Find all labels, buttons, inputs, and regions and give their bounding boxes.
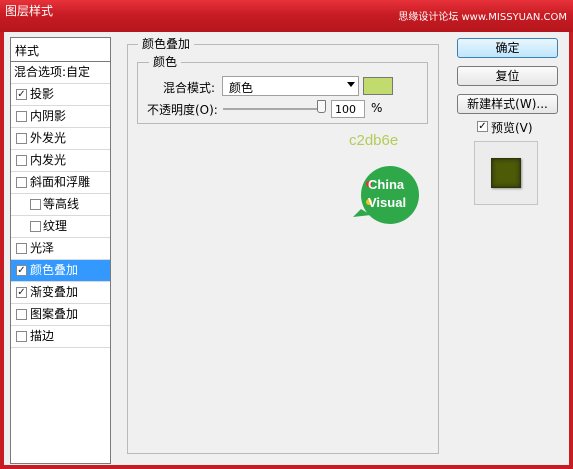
new-style-button[interactable]: 新建样式(W)... <box>457 94 558 114</box>
opacity-input[interactable]: 100 <box>331 100 365 118</box>
window-title: 图层样式 <box>5 4 54 18</box>
reset-button[interactable]: 复位 <box>457 66 558 86</box>
styles-list: 样式 混合选项:自定 ✓ 投影 内阴影 外发光 内发光 斜面和浮雕 等高线 纹理… <box>10 37 111 464</box>
watermark-text: 思缘设计论坛 www.MISSYUAN.COM <box>398 12 567 23</box>
preview-label: 预览(V) <box>491 121 533 135</box>
contour-checkbox[interactable] <box>30 199 41 210</box>
blend-mode-select[interactable]: 颜色 <box>222 76 359 96</box>
style-item-label: 渐变叠加 <box>30 285 79 299</box>
overlay-color-swatch[interactable] <box>363 77 393 95</box>
opacity-slider-thumb[interactable] <box>317 100 326 113</box>
logo-text-line2: Visual <box>368 195 406 210</box>
style-item-inner-glow[interactable]: 内发光 <box>11 150 110 172</box>
style-item-label: 斜面和浮雕 <box>30 175 91 189</box>
style-item-label: 描边 <box>30 329 55 343</box>
window-frame-bottom <box>0 465 573 469</box>
style-item-color-overlay[interactable]: ✓ 颜色叠加 <box>11 260 110 282</box>
style-item-label: 颜色叠加 <box>30 263 79 277</box>
outer-glow-checkbox[interactable] <box>16 133 27 144</box>
bevel-emboss-checkbox[interactable] <box>16 177 27 188</box>
style-item-contour[interactable]: 等高线 <box>11 194 110 216</box>
color-subgroup-title: 颜色 <box>149 53 182 70</box>
window-frame-left <box>0 32 4 469</box>
chevron-down-icon <box>347 82 355 87</box>
style-item-outer-glow[interactable]: 外发光 <box>11 128 110 150</box>
opacity-label: 不透明度(O): <box>147 103 218 117</box>
style-item-label: 图案叠加 <box>30 307 79 321</box>
preview-swatch <box>491 158 521 188</box>
opacity-unit: % <box>371 101 383 115</box>
style-item-label: 投影 <box>30 87 55 101</box>
style-item-label: 等高线 <box>43 197 80 211</box>
title-bar: 图层样式 思缘设计论坛 www.MISSYUAN.COM <box>0 0 573 32</box>
blending-options-label: 混合选项:自定 <box>14 65 91 79</box>
blend-mode-value: 颜色 <box>229 81 254 95</box>
color-overlay-checkbox[interactable]: ✓ <box>16 265 27 276</box>
style-item-pattern-overlay[interactable]: 图案叠加 <box>11 304 110 326</box>
drop-shadow-checkbox[interactable]: ✓ <box>16 89 27 100</box>
inner-glow-checkbox[interactable] <box>16 155 27 166</box>
stroke-checkbox[interactable] <box>16 331 27 342</box>
style-item-label: 纹理 <box>43 219 68 233</box>
style-item-stroke[interactable]: 描边 <box>11 326 110 348</box>
ok-button[interactable]: 确定 <box>457 38 558 58</box>
china-visual-logo: China Visual <box>353 166 419 224</box>
style-item-label: 外发光 <box>30 131 67 145</box>
pattern-overlay-checkbox[interactable] <box>16 309 27 320</box>
style-item-drop-shadow[interactable]: ✓ 投影 <box>11 84 110 106</box>
gradient-overlay-checkbox[interactable]: ✓ <box>16 287 27 298</box>
style-item-label: 内发光 <box>30 153 67 167</box>
style-item-gradient-overlay[interactable]: ✓ 渐变叠加 <box>11 282 110 304</box>
styles-header[interactable]: 样式 <box>11 38 110 62</box>
color-overlay-title: 颜色叠加 <box>138 35 195 52</box>
window-frame-right <box>569 32 573 469</box>
texture-checkbox[interactable] <box>30 221 41 232</box>
style-item-inner-shadow[interactable]: 内阴影 <box>11 106 110 128</box>
inner-shadow-checkbox[interactable] <box>16 111 27 122</box>
style-item-bevel-emboss[interactable]: 斜面和浮雕 <box>11 172 110 194</box>
blending-options-item[interactable]: 混合选项:自定 <box>11 62 110 84</box>
style-preview <box>474 141 538 205</box>
color-hex-annotation: c2db6e <box>349 132 399 149</box>
style-item-texture[interactable]: 纹理 <box>11 216 110 238</box>
blend-mode-label: 混合模式: <box>163 81 216 95</box>
style-item-label: 光泽 <box>30 241 55 255</box>
opacity-slider-track[interactable] <box>223 108 326 110</box>
style-item-satin[interactable]: 光泽 <box>11 238 110 260</box>
logo-text-line1: China <box>368 177 405 192</box>
satin-checkbox[interactable] <box>16 243 27 254</box>
preview-checkbox[interactable]: ✓ <box>477 121 488 132</box>
style-item-label: 内阴影 <box>30 109 67 123</box>
